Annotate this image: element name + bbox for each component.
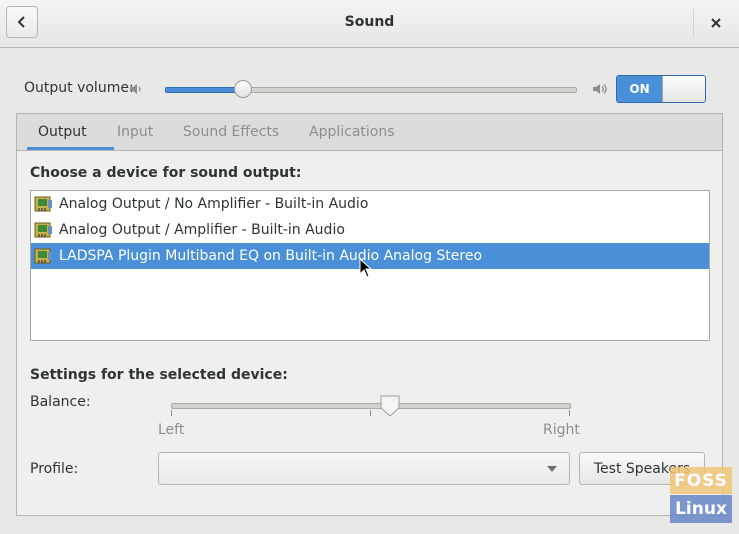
watermark-logo: FOSS Linux [670,467,732,523]
output-volume-slider-fill [165,87,245,93]
settings-title: Settings for the selected device: [30,367,288,383]
mouse-pointer-icon [359,258,373,278]
watermark-line2: Linux [670,495,732,523]
device-label: Analog Output / No Amplifier - Built-in … [59,196,369,212]
switch-thumb[interactable] [662,76,705,102]
sound-card-icon [34,222,52,238]
list-item[interactable]: Analog Output / Amplifier - Built-in Aud… [31,217,709,243]
header-separator [693,9,694,37]
output-mute-switch[interactable]: ON [616,75,706,103]
profile-combobox[interactable] [158,452,570,485]
balance-slider-knob[interactable] [379,394,401,418]
balance-label: Balance: [30,394,91,410]
output-page: Choose a device for sound output: Analog… [17,151,722,515]
dropdown-arrow-icon [547,466,557,472]
balance-tick-right [569,410,570,416]
device-label: LADSPA Plugin Multiband EQ on Built-in A… [59,248,483,264]
profile-label: Profile: [30,461,79,477]
speaker-low-icon [130,84,141,94]
balance-left-label: Left [158,422,185,438]
output-volume-slider-knob[interactable] [233,80,252,98]
balance-right-label: Right [543,422,580,438]
tab-bar: Output Input Sound Effects Applications [17,114,722,151]
sound-card-icon [34,248,52,264]
balance-tick-center [370,410,371,416]
watermark-line1: FOSS [670,467,732,494]
tab-applications[interactable]: Applications [309,124,395,140]
window-title: Sound [344,14,395,30]
close-button[interactable] [700,8,732,38]
tab-output[interactable]: Output [38,124,87,140]
balance-slider-track[interactable] [171,403,571,409]
output-volume-label: Output volume: [24,80,134,96]
switch-on-label: ON [617,76,662,102]
tab-input[interactable]: Input [117,124,153,140]
header-bar: Sound [0,0,739,48]
speaker-high-icon [593,84,607,94]
list-item[interactable]: Analog Output / No Amplifier - Built-in … [31,191,709,217]
sound-notebook: Output Input Sound Effects Applications … [16,113,723,516]
tab-sound-effects[interactable]: Sound Effects [183,124,279,140]
active-tab-indicator [27,147,114,150]
balance-tick-left [171,410,172,416]
device-label: Analog Output / Amplifier - Built-in Aud… [59,222,345,238]
sound-card-icon [34,196,52,212]
close-icon [711,18,721,28]
choose-device-title: Choose a device for sound output: [30,165,302,181]
